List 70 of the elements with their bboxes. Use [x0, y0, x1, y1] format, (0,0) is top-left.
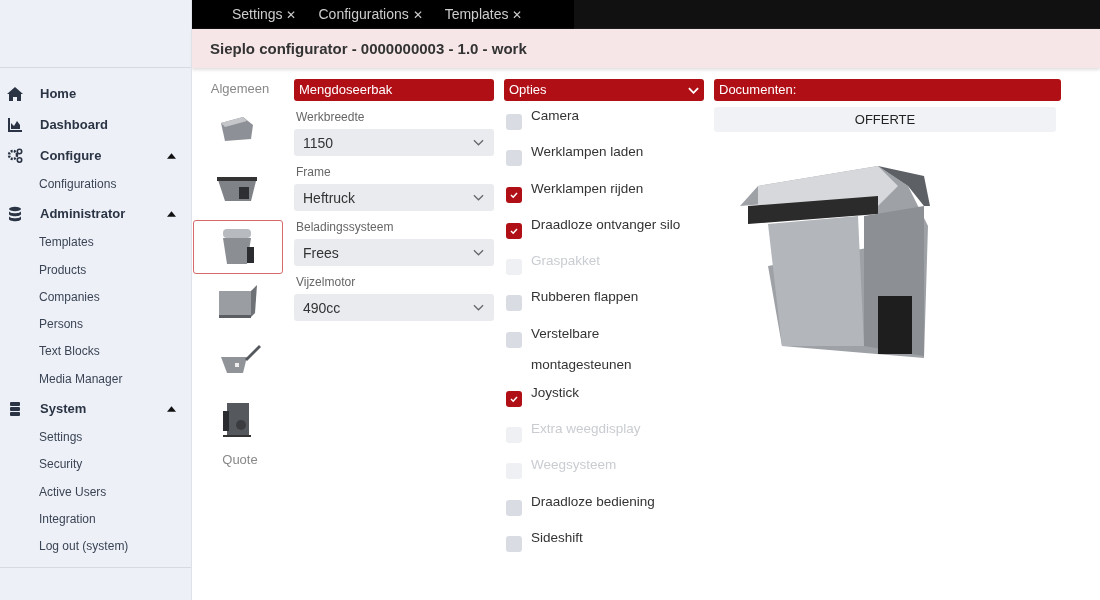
nav-item[interactable]: System — [0, 393, 191, 425]
nav-subitem[interactable]: Active Users — [0, 478, 191, 506]
option-label: Werklampen laden — [531, 143, 644, 162]
close-icon[interactable]: ✕ — [286, 8, 297, 22]
document-button[interactable]: OFFERTE — [714, 107, 1056, 132]
section-header[interactable]: Opties — [504, 79, 704, 101]
server-icon — [7, 400, 23, 417]
checkbox[interactable] — [506, 331, 522, 348]
checkbox[interactable] — [506, 150, 522, 167]
tab[interactable]: Settings ✕ — [232, 0, 297, 29]
nav-subitem[interactable]: Companies — [0, 283, 191, 312]
checkbox[interactable] — [506, 222, 522, 239]
option-label: Werklampen rijden — [531, 179, 644, 198]
step-label[interactable]: Algemeen — [210, 79, 270, 102]
field-label: Frame — [296, 165, 332, 179]
tab[interactable]: Configurations ✕ — [318, 0, 423, 29]
section-header: Mengdoseerbak — [294, 79, 494, 101]
option-label: Camera — [531, 107, 579, 125]
tab[interactable]: Templates ✕ — [444, 0, 523, 29]
option-label: Joystick — [531, 383, 579, 402]
chevron-down-icon — [473, 304, 484, 311]
chevron-down-icon — [473, 139, 484, 146]
chevron-down-icon — [688, 86, 699, 94]
option-label: Sideshift — [531, 528, 583, 547]
field-label: Beladingssysteem — [296, 220, 395, 234]
nav-subitem[interactable]: Media Manager — [0, 365, 191, 394]
nav-item[interactable]: Administrator — [0, 198, 191, 230]
checkbox[interactable] — [506, 295, 522, 312]
checkbox[interactable] — [506, 114, 522, 130]
gears-icon — [7, 147, 23, 164]
nav-subitem[interactable]: Settings — [0, 424, 191, 452]
option-label: Draadloze bediening — [531, 492, 655, 511]
checkbox[interactable] — [506, 186, 522, 203]
nav-subitem[interactable]: Text Blocks — [0, 338, 191, 366]
machine-thumbnail[interactable] — [193, 220, 283, 274]
database-icon — [7, 205, 23, 222]
select-field[interactable]: 490cc — [294, 294, 494, 321]
chevron-down-icon — [473, 249, 484, 256]
field-label: Vijzelmotor — [296, 275, 357, 289]
checkbox[interactable] — [506, 535, 522, 552]
nav-subitem[interactable]: Log out (system) — [0, 533, 191, 561]
select-field[interactable]: Frees — [294, 239, 494, 266]
section-header: Documenten: — [714, 79, 1061, 101]
option-label: Verstelbare montagesteunen — [531, 324, 633, 374]
page-title: Sieplo configurator - 0000000003 - 1.0 - work — [210, 40, 527, 57]
nav-subitem[interactable]: Persons — [0, 311, 191, 339]
nav-item[interactable]: Dashboard — [0, 109, 191, 140]
nav-subitem[interactable]: Templates — [0, 229, 191, 257]
nav-subitem[interactable]: Integration — [0, 505, 191, 534]
select-field[interactable]: Heftruck — [294, 184, 494, 211]
caret-up-icon[interactable] — [167, 210, 176, 217]
nav-item[interactable]: Home — [0, 78, 191, 109]
chart-icon — [7, 116, 23, 133]
select-field[interactable]: 1150 — [294, 129, 494, 156]
chevron-down-icon — [473, 194, 484, 201]
checkbox[interactable] — [506, 390, 522, 407]
field-label: Werkbreedte — [296, 110, 366, 124]
option-label: Rubberen flappen — [531, 288, 639, 307]
caret-up-icon[interactable] — [167, 152, 176, 159]
close-icon[interactable]: ✕ — [412, 8, 423, 22]
nav-subitem[interactable]: Configurations — [0, 171, 191, 199]
close-icon[interactable]: ✕ — [512, 8, 523, 22]
option-label: Draadloze ontvanger silo — [531, 215, 681, 234]
step-label[interactable]: Quote — [222, 450, 258, 473]
nav-subitem[interactable]: Security — [0, 451, 191, 479]
nav-item[interactable]: Configure — [0, 140, 191, 171]
home-icon — [7, 85, 23, 102]
nav-subitem[interactable]: Products — [0, 256, 191, 284]
checkbox[interactable] — [506, 499, 522, 516]
caret-up-icon[interactable] — [167, 405, 176, 412]
